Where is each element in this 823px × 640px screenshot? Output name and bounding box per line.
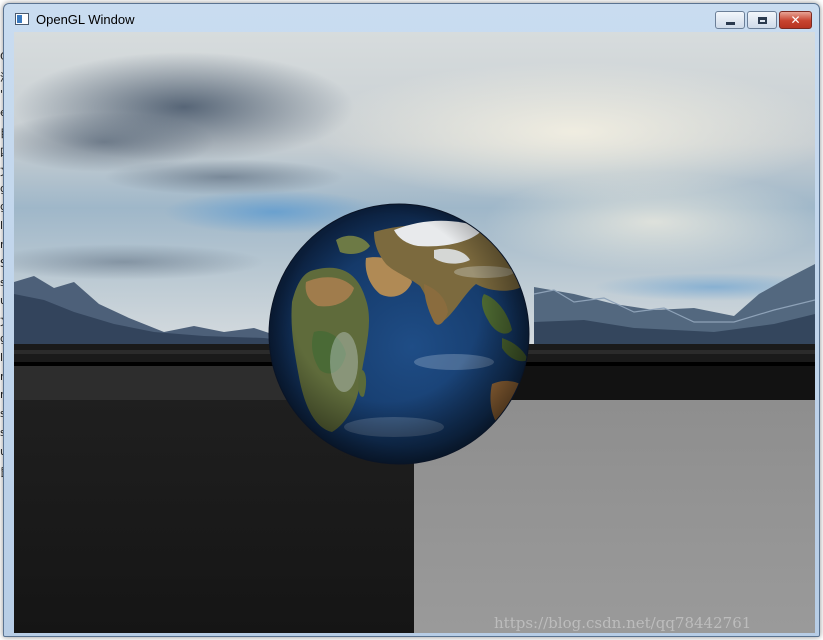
minimize-icon (725, 21, 735, 25)
close-button[interactable]: ✕ (779, 11, 812, 29)
window-title: OpenGL Window (36, 12, 135, 27)
scene-canvas (14, 32, 815, 633)
title-bar[interactable]: OpenGL Window ✕ (4, 4, 819, 33)
minimize-button[interactable] (715, 11, 745, 29)
opengl-window[interactable]: OpenGL Window ✕ https://blog.csdn.net/qq… (3, 3, 820, 637)
maximize-button[interactable] (747, 11, 777, 29)
close-icon: ✕ (790, 13, 801, 27)
opengl-viewport[interactable]: https://blog.csdn.net/qq78442761 (14, 32, 815, 633)
window-app-icon[interactable] (15, 13, 29, 25)
watermark-text: https://blog.csdn.net/qq78442761 (494, 614, 752, 632)
maximize-icon (757, 16, 767, 24)
